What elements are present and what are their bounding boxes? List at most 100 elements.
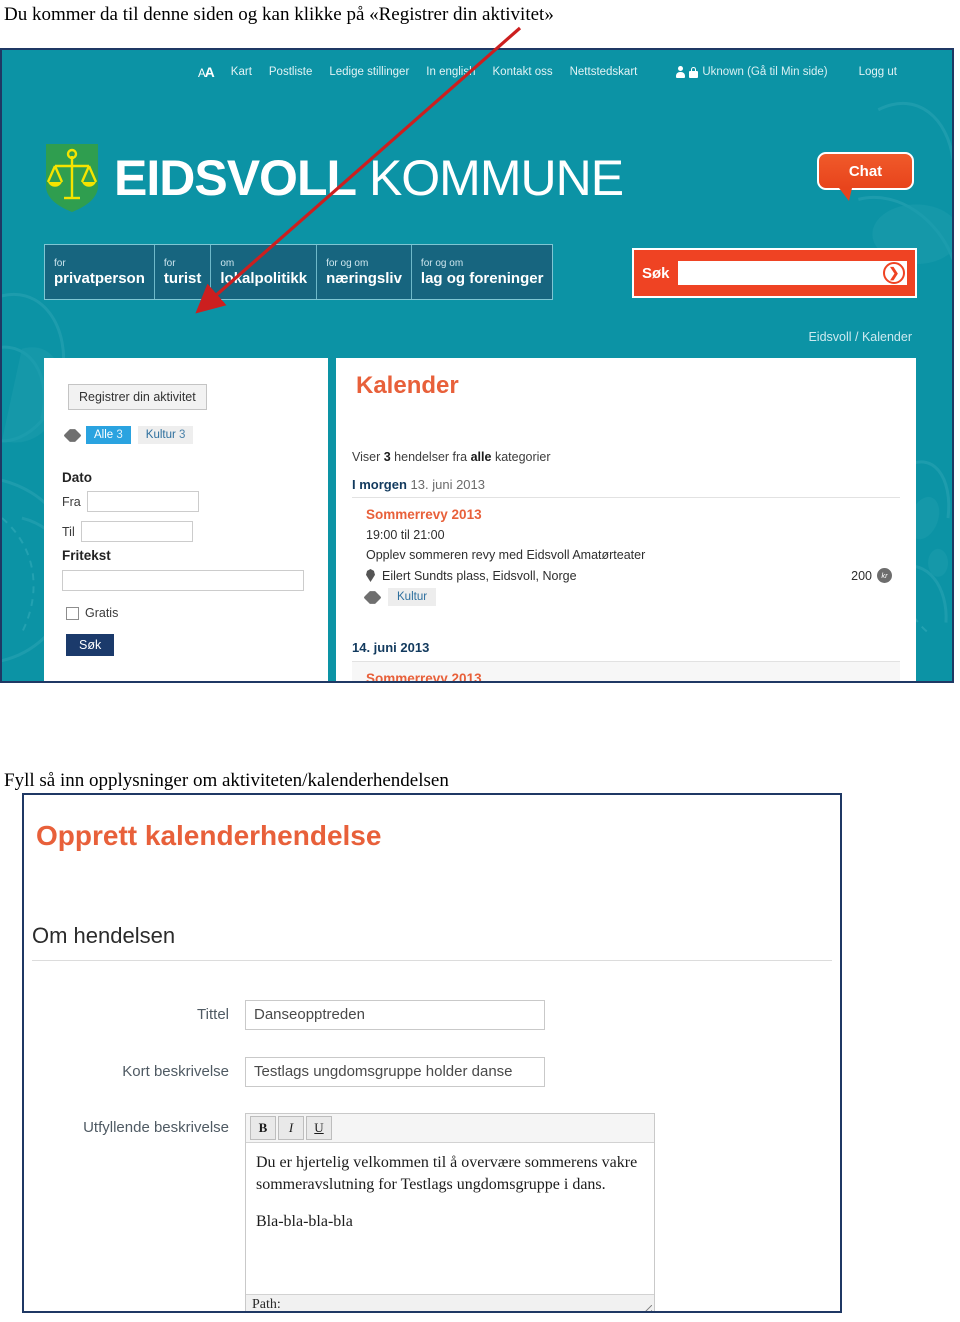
rich-text-editor[interactable]: B I U Du er hjertelig velkommen til å ov… [245, 1113, 655, 1312]
calendar-results-panel: Kalender Viser 3 hendelser fra alle kate… [336, 358, 916, 681]
editor-path-label: Path: [252, 1297, 281, 1312]
site-logo[interactable]: EIDSVOLL KOMMUNE [44, 142, 624, 214]
date-to-input[interactable] [80, 521, 193, 542]
tag-icon [363, 588, 381, 606]
website-screenshot: AA Kart Postliste Ledige stillinger In e… [0, 48, 954, 683]
instruction-line-2: Fyll så inn opplysninger om aktiviteten/… [4, 770, 449, 791]
calendar-filter-panel: Registrer din aktivitet Alle 3 Kultur 3 … [44, 358, 328, 681]
nav-link-ledige-stillinger[interactable]: Ledige stillinger [329, 66, 409, 78]
date-to-row: Til [62, 521, 193, 542]
tab-privatperson[interactable]: for privatperson [45, 245, 155, 299]
event-1-location-row: Eilert Sundts plass, Eidsvoll, Norge 200… [366, 568, 892, 583]
editor-paragraph-2: Bla-bla-bla-bla [256, 1213, 353, 1231]
freetext-heading: Fritekst [62, 548, 111, 563]
user-label: Uknown (Gå til Min side) [702, 66, 828, 78]
chip-alle-label: Alle [94, 429, 114, 441]
category-chip-row: Alle 3 Kultur 3 [66, 426, 194, 444]
chip-alle-count: 3 [116, 429, 123, 441]
event-1-title[interactable]: Sommerrevy 2013 [366, 507, 892, 522]
date-to-label: Til [62, 524, 75, 539]
date-from-input[interactable] [86, 491, 199, 512]
results-summary-suffix: kategorier [491, 450, 551, 464]
event-1-category-row: Kultur [366, 588, 892, 606]
utfyllende-beskrivelse-label: Utfyllende beskrivelse [83, 1119, 229, 1136]
italic-button[interactable]: I [278, 1116, 304, 1140]
tab-turist-label: turist [163, 269, 202, 287]
event-1-location: Eilert Sundts plass, Eidsvoll, Norge [382, 568, 577, 583]
tab-lokalpolitikk[interactable]: om lokalpolitikk [211, 245, 318, 299]
results-summary: Viser 3 hendelser fra alle kategorier [352, 450, 551, 464]
nav-link-nettstedskart[interactable]: Nettstedskart [570, 66, 638, 78]
font-size-toggle[interactable]: AA [198, 64, 215, 80]
results-summary-mid: hendelser fra [390, 450, 471, 464]
lock-icon [689, 66, 699, 78]
chip-kultur[interactable]: Kultur 3 [137, 426, 194, 444]
tittel-input[interactable]: Danseopptreden [245, 1000, 545, 1030]
event-2-title[interactable]: Sommerrevy 2013 [366, 671, 892, 681]
editor-paragraph-1: Du er hjertelig velkommen til å overvære… [256, 1154, 638, 1193]
map-pin-icon [366, 569, 375, 582]
date-heading: Dato [62, 470, 92, 485]
site-search: Søk ❯ [632, 248, 917, 298]
nav-link-in-english[interactable]: In english [426, 66, 475, 78]
editor-toolbar: B I U [246, 1114, 654, 1143]
form-section-heading: Om hendelsen [32, 923, 176, 948]
tab-naeringsliv-prefix: for og om [326, 257, 369, 269]
kort-beskrivelse-label: Kort beskrivelse [122, 1063, 229, 1080]
tab-turist[interactable]: for turist [155, 245, 212, 299]
tab-privatperson-label: privatperson [54, 269, 145, 287]
event-1-time: 19:00 til 21:00 [366, 528, 445, 542]
freetext-input[interactable] [62, 570, 304, 591]
chip-alle[interactable]: Alle 3 [86, 426, 131, 444]
tab-lokalpolitikk-prefix: om [220, 257, 235, 269]
chevron-right-icon[interactable]: ❯ [883, 262, 905, 284]
event-1-price: 200 [851, 568, 872, 583]
nav-link-kart[interactable]: Kart [231, 66, 252, 78]
form-title: Opprett kalenderhendelse [36, 820, 382, 851]
form-section-divider [32, 960, 832, 961]
free-checkbox[interactable] [66, 606, 79, 620]
main-tab-bar: for privatperson for turist om lokalpoli… [44, 244, 554, 300]
tab-turist-prefix: for [163, 257, 176, 269]
register-activity-button[interactable]: Registrer din aktivitet [68, 384, 207, 410]
editor-body[interactable]: Du er hjertelig velkommen til å overvære… [246, 1143, 654, 1294]
date-group-heading-2: 14. juni 2013 [352, 640, 430, 655]
date-from-label: Fra [62, 494, 81, 509]
free-checkbox-row[interactable]: Gratis [66, 606, 118, 620]
instruction-line-1: Du kommer da til denne siden og kan klik… [4, 4, 554, 25]
chat-button[interactable]: Chat [817, 152, 914, 201]
tab-lokalpolitikk-label: lokalpolitikk [220, 269, 308, 287]
calendar-title: Kalender [356, 372, 459, 399]
tab-lag-og-foreninger[interactable]: for og om lag og foreninger [412, 245, 553, 299]
calendar-event-1[interactable]: Sommerrevy 2013 19:00 til 21:00 Opplev s… [352, 497, 900, 632]
tab-naeringsliv-label: næringsliv [326, 269, 402, 287]
calendar-event-2[interactable]: Sommerrevy 2013 19:00 til 21:00 Opplev s… [352, 661, 900, 681]
tab-naeringsliv[interactable]: for og om næringsliv [317, 245, 412, 299]
results-count: 3 [383, 450, 391, 464]
form-row-kort-beskrivelse: Kort beskrivelse Testlags ungdomsgruppe … [24, 1057, 545, 1087]
chip-kultur-label: Kultur [145, 429, 176, 441]
chip-kultur-count: 3 [179, 429, 186, 441]
underline-button[interactable]: U [306, 1116, 332, 1140]
brand-bold: EIDSVOLL [114, 150, 357, 206]
user-account-link[interactable]: Uknown (Gå til Min side) [676, 66, 828, 78]
person-icon [676, 66, 686, 78]
nav-link-kontakt-oss[interactable]: Kontakt oss [493, 66, 553, 78]
event-1-category[interactable]: Kultur [388, 588, 437, 606]
bold-button[interactable]: B [250, 1116, 276, 1140]
free-checkbox-label: Gratis [85, 606, 119, 620]
tab-lag-og-foreninger-prefix: for og om [420, 257, 464, 269]
tittel-label: Tittel [197, 1006, 229, 1023]
form-row-tittel: Tittel Danseopptreden [24, 1000, 545, 1030]
nav-link-postliste[interactable]: Postliste [269, 66, 312, 78]
site-search-label: Søk [642, 264, 670, 282]
site-search-input[interactable]: ❯ [677, 261, 907, 285]
tab-lag-og-foreninger-label: lag og foreninger [420, 269, 544, 287]
kr-coin-icon: kr [877, 568, 892, 583]
resize-grip-icon[interactable] [640, 1305, 652, 1311]
kort-beskrivelse-input[interactable]: Testlags ungdomsgruppe holder danse [245, 1057, 545, 1087]
date-from-row: Fra [62, 491, 199, 512]
logout-link[interactable]: Logg ut [859, 66, 897, 78]
create-event-form-screenshot: Opprett kalenderhendelse Om hendelsen Ti… [22, 793, 842, 1313]
filter-search-button[interactable]: Søk [66, 634, 115, 656]
